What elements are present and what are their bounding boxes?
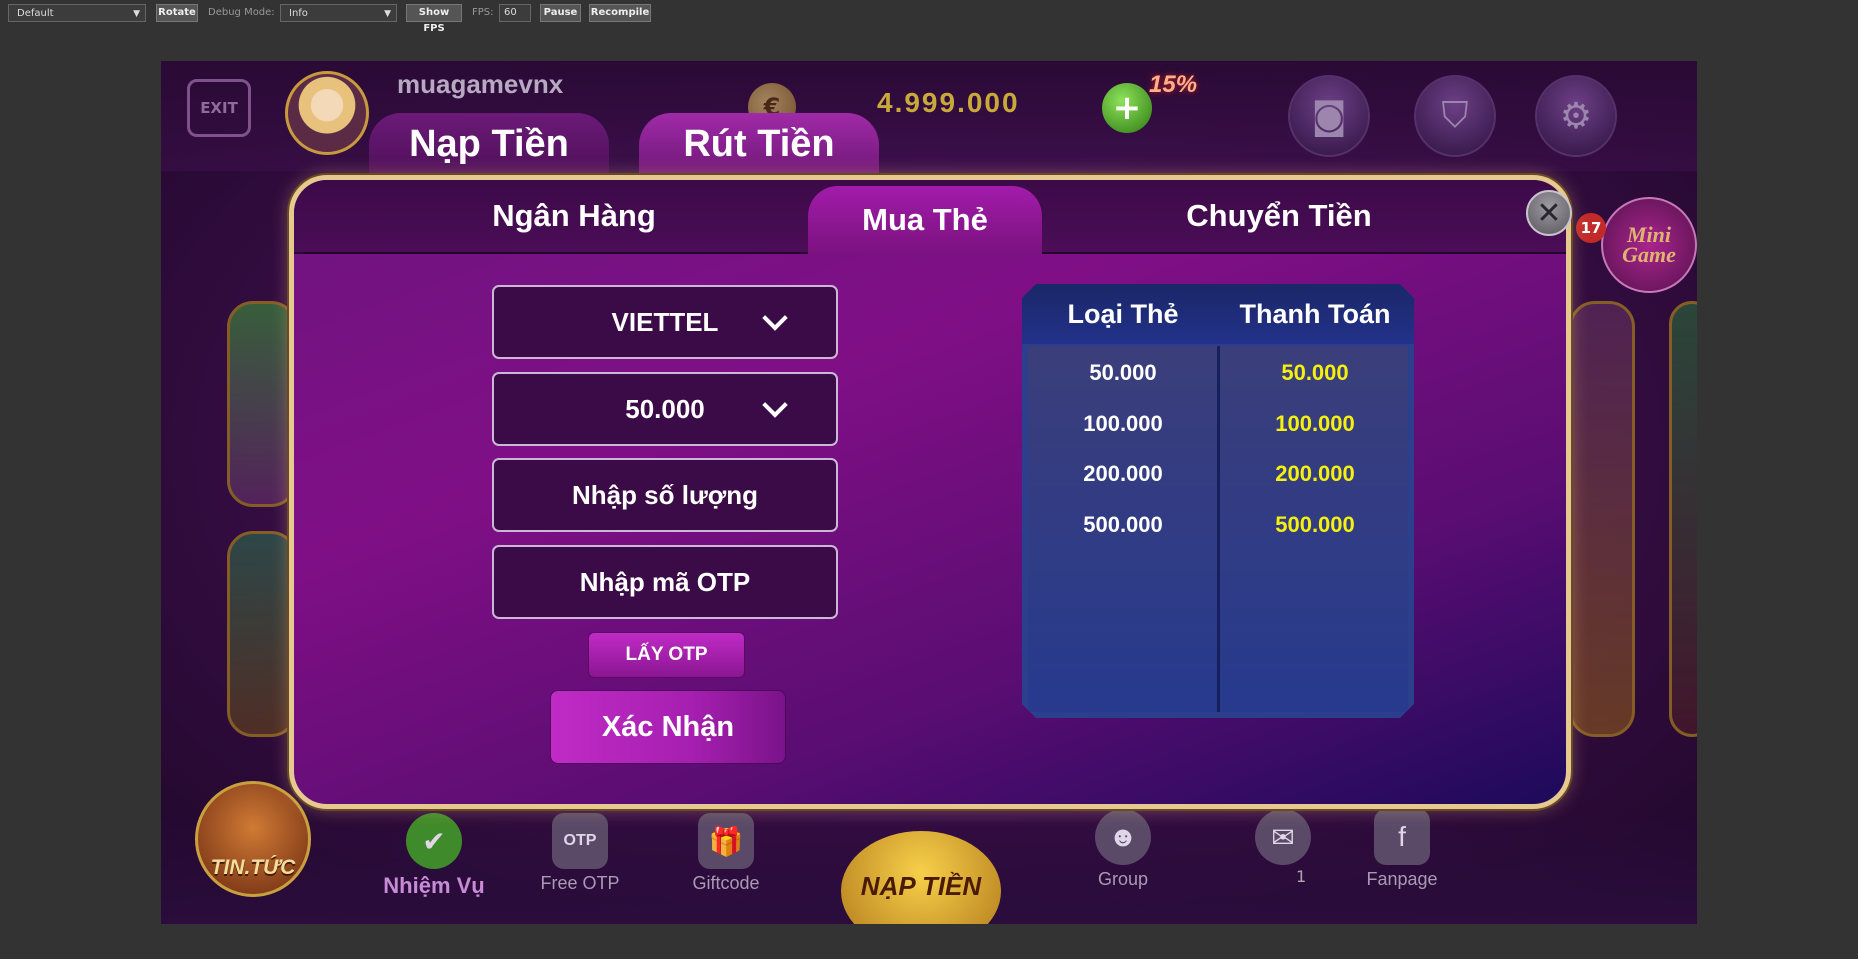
chevron-down-icon [762,305,788,331]
chevron-down-icon: ▼ [133,9,140,19]
fps-label: FPS: [472,7,494,18]
preset-select[interactable]: Default ▼ [8,4,146,22]
camera-icon[interactable]: ◙ [1288,75,1370,157]
group-button[interactable]: ☻ Group [1073,809,1173,890]
mission-label: Nhiệm Vụ [383,873,485,898]
quantity-input[interactable]: Nhập số lượng [492,458,838,532]
chevron-down-icon: ▼ [384,9,391,19]
carrier-select[interactable]: VIETTEL [492,285,838,359]
mail-count: 1 [1296,867,1307,886]
subtab-buy-card[interactable]: Mua Thẻ [808,186,1042,254]
mini-game-label: Game [1622,242,1676,267]
gift-icon: 🎁 [698,813,754,869]
group-icon: ☻ [1095,809,1151,865]
confirm-button[interactable]: Xác Nhận [550,690,786,764]
balance-amount: 4.999.000 [877,87,1020,118]
payment-cell: 500.000 [1275,512,1355,537]
mission-button[interactable]: ✔ Nhiệm Vụ [369,813,499,899]
table-row: 50.000 50.000 [1022,348,1414,398]
card-price-cell: 200.000 [1083,461,1163,486]
table-row: 200.000 200.000 [1022,449,1414,499]
subtab-bar: Ngân Hàng Mua Thẻ Chuyển Tiền [294,180,1566,254]
add-funds-button[interactable]: + [1102,83,1152,133]
bonus-badge: 15% [1149,71,1198,98]
fps-input[interactable]: 60 [499,4,531,22]
giftcode-button[interactable]: 🎁 Giftcode [671,813,781,894]
payment-cell: 200.000 [1275,461,1355,486]
chevron-down-icon [762,392,788,418]
tab-deposit[interactable]: Nạp Tiền [369,113,609,183]
fanpage-label: Fanpage [1366,869,1438,889]
payment-cell: 50.000 [1281,360,1349,385]
news-label: TIN.TỨC [210,856,296,879]
checkmark-icon: ✔ [406,813,462,869]
lobby-game-card[interactable] [1569,301,1635,737]
lobby-game-card[interactable] [227,301,297,507]
card-price-cell: 500.000 [1083,512,1163,537]
card-price-cell: 50.000 [1089,360,1157,385]
subtab-bank[interactable]: Ngân Hàng [444,180,704,252]
subtab-transfer[interactable]: Chuyển Tiền [1144,180,1414,252]
debug-toolbar: Default ▼ Rotate Debug Mode: Info ▼ Show… [0,0,1858,34]
table-header: Loại Thẻ Thanh Toán [1022,284,1414,344]
carrier-select-value: VIETTEL [611,306,719,337]
pause-button[interactable]: Pause [540,4,581,22]
mail-icon: ✉ [1255,809,1311,865]
table-row: 100.000 100.000 [1022,399,1414,449]
otp-input[interactable]: Nhập mã OTP [492,545,838,619]
avatar[interactable] [285,71,369,155]
free-otp-label: Free OTP [540,873,620,893]
get-otp-button[interactable]: LẤY OTP [588,632,745,678]
amount-select[interactable]: 50.000 [492,372,838,446]
mail-button[interactable]: ✉ [1233,809,1333,869]
facebook-icon: f [1374,809,1430,865]
rotate-button[interactable]: Rotate [156,4,198,22]
exit-button[interactable]: EXIT [187,79,251,137]
amount-select-value: 50.000 [625,393,705,424]
free-otp-button[interactable]: OTP Free OTP [525,813,635,894]
tab-withdraw[interactable]: Rút Tiền [639,113,879,183]
payment-cell: 100.000 [1275,411,1355,436]
fanpage-button[interactable]: f Fanpage [1347,809,1457,890]
table-row: 500.000 500.000 [1022,500,1414,550]
debug-mode-label: Debug Mode: [208,7,275,18]
preset-select-value: Default [17,8,54,19]
group-label: Group [1097,869,1149,889]
game-canvas: EXIT muagamevnx € 4.999.000 + 15% ◙ ⛉ ⚙ … [161,61,1697,924]
recompile-button[interactable]: Recompile [589,4,651,22]
giftcode-label: Giftcode [692,873,760,893]
news-button[interactable]: TIN.TỨC [195,781,311,897]
username: muagamevnx [397,69,564,99]
mini-game-count-badge: 17 [1576,213,1606,243]
card-price-cell: 100.000 [1083,411,1163,436]
column-header-card-type: Loại Thẻ [1067,298,1179,329]
close-button[interactable]: ✕ [1526,190,1572,236]
otp-shield-icon: OTP [552,813,608,869]
lobby-game-card[interactable] [227,531,297,737]
deposit-center-label: NẠP TIỀN [860,870,982,901]
gear-icon[interactable]: ⚙ [1535,75,1617,157]
shield-icon[interactable]: ⛉ [1414,75,1496,157]
debug-mode-select[interactable]: Info ▼ [280,4,397,22]
show-fps-button[interactable]: Show FPS [406,4,462,34]
mini-game-button[interactable]: Mini Game [1601,197,1697,293]
column-header-payment: Thanh Toán [1239,298,1391,329]
debug-mode-select-value: Info [289,8,308,19]
lobby-game-card[interactable] [1669,301,1697,737]
card-rate-table: Loại Thẻ Thanh Toán 50.000 50.000 100.00… [1022,284,1414,718]
